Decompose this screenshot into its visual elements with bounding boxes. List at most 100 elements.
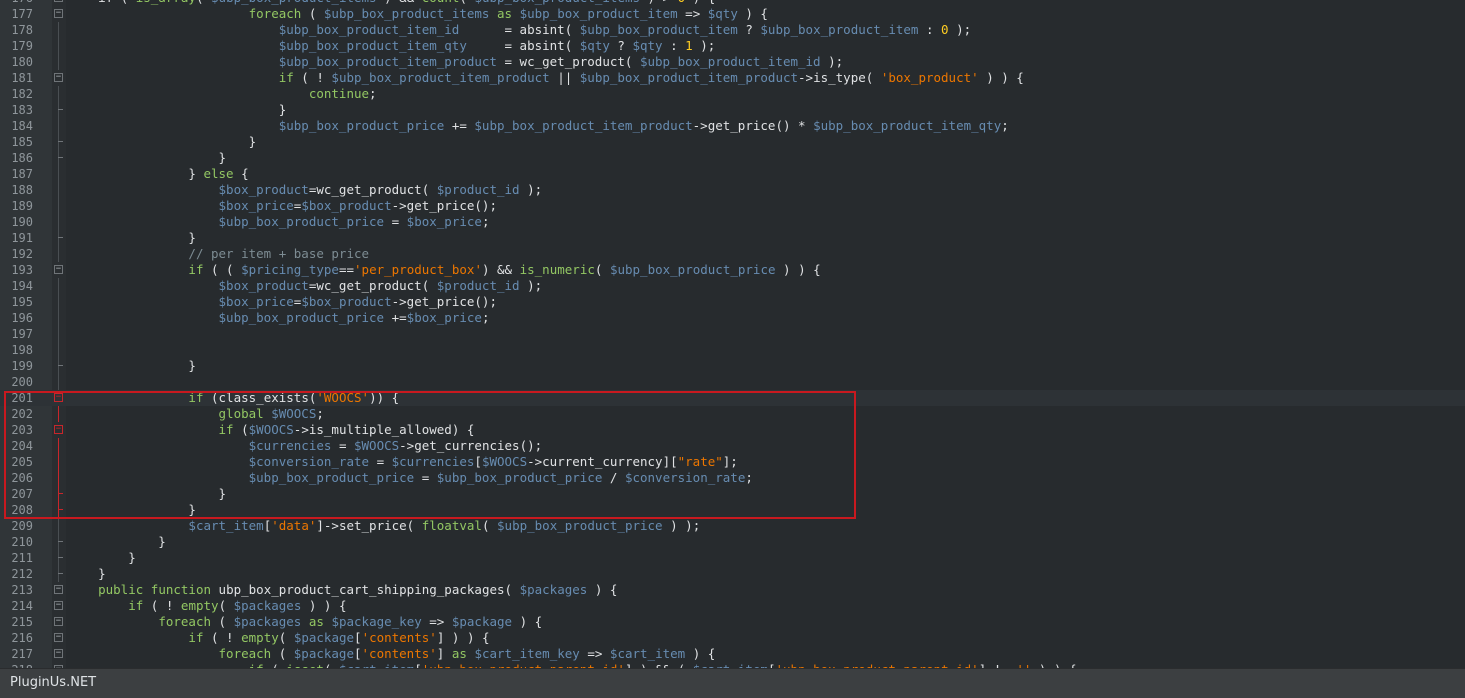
code-text[interactable]: } [68,550,136,566]
code-text[interactable]: $box_product=wc_get_product( $product_id… [68,278,543,294]
code-text[interactable]: foreach ( $ubp_box_product_items as $ubp… [68,6,768,22]
code-text[interactable]: } [68,534,166,550]
code-text[interactable]: } [68,134,257,150]
code-line[interactable]: 210 } [0,534,1465,550]
fold-toggle-icon[interactable] [54,9,63,18]
fold-toggle-icon[interactable] [54,393,63,402]
code-text[interactable]: } [68,486,227,502]
fold-toggle-icon[interactable] [54,649,63,658]
fold-toggle-icon[interactable] [54,0,63,2]
code-text[interactable]: $ubp_box_product_price += $ubp_box_produ… [68,118,1009,134]
code-text[interactable]: if (class_exists('WOOCS')) { [68,390,399,406]
code-line[interactable]: 189 $box_price=$box_product->get_price()… [0,198,1465,214]
code-line[interactable]: 180 $ubp_box_product_item_product = wc_g… [0,54,1465,70]
code-text[interactable]: if ($WOOCS->is_multiple_allowed) { [68,422,475,438]
code-text[interactable]: $ubp_box_product_price = $box_price; [68,214,490,230]
code-line[interactable]: 209 $cart_item['data']->set_price( float… [0,518,1465,534]
code-line[interactable]: 187 } else { [0,166,1465,182]
code-text[interactable]: $currencies = $WOOCS->get_currencies(); [68,438,543,454]
code-text[interactable]: $conversion_rate = $currencies[$WOOCS->c… [68,454,738,470]
code-text[interactable]: $ubp_box_product_item_id = absint( $ubp_… [68,22,971,38]
code-line[interactable]: 185 } [0,134,1465,150]
code-text[interactable]: } [68,102,287,118]
code-line[interactable]: 182 continue; [0,86,1465,102]
code-line[interactable]: 198 [0,342,1465,358]
code-token: = wc_get_product( [496,54,640,69]
code-text[interactable]: $box_price=$box_product->get_price(); [68,198,497,214]
code-text[interactable]: public function ubp_box_product_cart_shi… [68,582,617,598]
code-text[interactable]: foreach ( $packages as $package_key => $… [68,614,542,630]
fold-toggle-icon[interactable] [54,633,63,642]
code-token: ? [737,22,761,37]
code-text[interactable]: $cart_item['data']->set_price( floatval(… [68,518,700,534]
code-line[interactable]: 190 $ubp_box_product_price = $box_price; [0,214,1465,230]
code-line[interactable]: 201 if (class_exists('WOOCS')) { [0,390,1465,406]
code-line[interactable]: 193 if ( ( $pricing_type=='per_product_b… [0,262,1465,278]
code-line[interactable]: 177 foreach ( $ubp_box_product_items as … [0,6,1465,22]
code-line[interactable]: 184 $ubp_box_product_price += $ubp_box_p… [0,118,1465,134]
code-editor[interactable]: 176 if ( is_array( $ubp_box_product_item… [0,0,1465,668]
code-line[interactable]: 202 global $WOOCS; [0,406,1465,422]
code-line[interactable]: 199 } [0,358,1465,374]
fold-toggle-icon[interactable] [54,425,63,434]
code-text[interactable]: } [68,230,196,246]
code-token: ( [459,0,474,5]
code-line[interactable]: 195 $box_price=$box_product->get_price()… [0,294,1465,310]
code-line[interactable]: 205 $conversion_rate = $currencies[$WOOC… [0,454,1465,470]
code-text[interactable]: if ( ! empty( $package['contents'] ) ) { [68,630,489,646]
code-text[interactable]: } [68,502,196,518]
code-text[interactable]: $ubp_box_product_price = $ubp_box_produc… [68,470,753,486]
code-text[interactable]: global $WOOCS; [68,406,324,422]
code-line[interactable]: 215 foreach ( $packages as $package_key … [0,614,1465,630]
fold-toggle-icon[interactable] [54,617,63,626]
code-text[interactable]: continue; [68,86,377,102]
code-text[interactable]: $ubp_box_product_price +=$box_price; [68,310,490,326]
fold-toggle-icon[interactable] [54,73,63,82]
code-line[interactable]: 208 } [0,502,1465,518]
code-text[interactable]: if ( ( $pricing_type=='per_product_box')… [68,262,820,278]
code-line[interactable]: 213 public function ubp_box_product_cart… [0,582,1465,598]
code-line[interactable]: 217 foreach ( $package['contents'] as $c… [0,646,1465,662]
code-text[interactable]: $ubp_box_product_item_qty = absint( $qty… [68,38,716,54]
code-line[interactable]: 196 $ubp_box_product_price +=$box_price; [0,310,1465,326]
code-line[interactable]: 178 $ubp_box_product_item_id = absint( $… [0,22,1465,38]
code-line[interactable]: 212 } [0,566,1465,582]
code-line[interactable]: 216 if ( ! empty( $package['contents'] )… [0,630,1465,646]
code-line[interactable]: 211 } [0,550,1465,566]
code-text[interactable]: foreach ( $package['contents'] as $cart_… [68,646,716,662]
code-line[interactable]: 183 } [0,102,1465,118]
code-line[interactable]: 207 } [0,486,1465,502]
code-line[interactable]: 188 $box_product=wc_get_product( $produc… [0,182,1465,198]
code-text[interactable]: $ubp_box_product_item_product = wc_get_p… [68,54,843,70]
code-token: $ubp_box_product_item_product [474,118,693,133]
code-line[interactable]: 179 $ubp_box_product_item_qty = absint( … [0,38,1465,54]
code-text[interactable]: if ( ! empty( $packages ) ) { [68,598,346,614]
code-text[interactable]: } [68,150,227,166]
code-text[interactable]: $box_product=wc_get_product( $product_id… [68,182,543,198]
code-line[interactable]: 204 $currencies = $WOOCS->get_currencies… [0,438,1465,454]
code-text[interactable]: } [68,566,106,582]
code-line[interactable]: 181 if ( ! $ubp_box_product_item_product… [0,70,1465,86]
code-token: if [218,422,234,437]
fold-toggle-icon[interactable] [54,265,63,274]
code-line[interactable]: 194 $box_product=wc_get_product( $produc… [0,278,1465,294]
code-line[interactable]: 191 } [0,230,1465,246]
code-line[interactable]: 192 // per item + base price [0,246,1465,262]
code-text[interactable]: // per item + base price [68,246,369,262]
fold-toggle-icon[interactable] [54,585,63,594]
code-line[interactable]: 214 if ( ! empty( $packages ) ) { [0,598,1465,614]
code-line[interactable]: 197 [0,326,1465,342]
code-text[interactable]: } [68,358,196,374]
code-line[interactable]: 203 if ($WOOCS->is_multiple_allowed) { [0,422,1465,438]
code-line[interactable]: 186 } [0,150,1465,166]
fold-guide [58,518,59,534]
code-text[interactable]: $box_price=$box_product->get_price(); [68,294,497,310]
code-text[interactable]: if ( ! $ubp_box_product_item_product || … [68,70,1024,86]
fold-toggle-icon[interactable] [54,601,63,610]
code-line[interactable]: 200 [0,374,1465,390]
code-text[interactable]: } else { [68,166,248,182]
code-token: } [68,486,227,501]
code-line[interactable]: 206 $ubp_box_product_price = $ubp_box_pr… [0,470,1465,486]
code-lines[interactable]: 176 if ( is_array( $ubp_box_product_item… [0,0,1465,668]
